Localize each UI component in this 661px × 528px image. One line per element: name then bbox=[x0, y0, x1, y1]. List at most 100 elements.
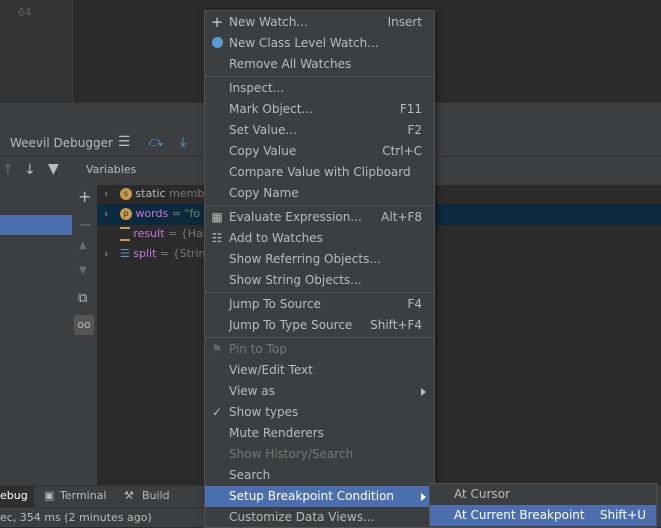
menu-item-label: Copy Value bbox=[229, 144, 297, 158]
menu-item-compare-value[interactable]: Compare Value with Clipboard bbox=[205, 162, 434, 183]
menu-item-shortcut: F11 bbox=[399, 102, 422, 116]
menu-item-label: Inspect... bbox=[229, 81, 285, 95]
variable-row[interactable]: › p words = "fo bbox=[104, 204, 200, 224]
filter-icon[interactable]: ▼ bbox=[48, 161, 59, 177]
static-badge-icon: s bbox=[119, 188, 132, 200]
watches-toggle-icon[interactable]: oo bbox=[74, 315, 94, 335]
menu-item-label: Jump To Source bbox=[229, 297, 321, 311]
menu-item-label: Mark Object... bbox=[229, 102, 313, 116]
menu-item-label: Copy Name bbox=[229, 186, 299, 200]
parameter-badge-icon: p bbox=[119, 208, 132, 220]
menu-item-label: Compare Value with Clipboard bbox=[229, 165, 411, 179]
line-number: 64 bbox=[18, 6, 32, 19]
variables-title: Variables bbox=[86, 163, 137, 176]
variable-value: = {Strin bbox=[159, 247, 206, 260]
menu-item-mute-renderers[interactable]: Mute Renderers bbox=[205, 423, 434, 444]
submenu-item-at-cursor[interactable]: At Cursor bbox=[430, 484, 656, 505]
tab-build[interactable]: Build bbox=[142, 489, 170, 502]
menu-item-mark-object[interactable]: Mark Object... F11 bbox=[205, 99, 434, 120]
tab-terminal[interactable]: Terminal bbox=[60, 489, 107, 502]
menu-item-label: Show History/Search bbox=[229, 447, 354, 461]
variable-row[interactable]: › ☰ split = {Strin bbox=[104, 244, 205, 264]
variable-value: = "fo bbox=[171, 207, 201, 220]
menu-item-label: New Class Level Watch... bbox=[229, 36, 379, 50]
menu-separator bbox=[205, 205, 434, 206]
variable-value: = {Has bbox=[168, 227, 209, 240]
menu-item-label: Set Value... bbox=[229, 123, 297, 137]
variable-name: words bbox=[135, 207, 169, 220]
menu-icon[interactable]: ☰ bbox=[116, 134, 132, 150]
array-icon: ☰ bbox=[119, 247, 130, 260]
menu-item-add-to-watches[interactable]: ☷ Add to Watches bbox=[205, 228, 434, 249]
step-into-icon[interactable]: ⤓ bbox=[175, 134, 191, 150]
status-text: ec, 354 ms (2 minutes ago) bbox=[0, 511, 152, 524]
submenu-arrow-icon bbox=[421, 388, 426, 396]
selected-frame[interactable] bbox=[0, 215, 72, 235]
menu-separator bbox=[205, 292, 434, 293]
menu-item-shortcut: Shift+F4 bbox=[370, 318, 422, 332]
menu-separator bbox=[205, 337, 434, 338]
watches-icon: ☷ bbox=[211, 231, 223, 245]
menu-item-copy-value[interactable]: Copy Value Ctrl+C bbox=[205, 141, 434, 162]
menu-item-label: Remove All Watches bbox=[229, 57, 352, 71]
field-icon bbox=[119, 227, 130, 241]
menu-item-setup-breakpoint-condition[interactable]: Setup Breakpoint Condition bbox=[205, 486, 434, 507]
variable-row[interactable]: › result = {Has bbox=[104, 224, 209, 244]
menu-item-set-value[interactable]: Set Value... F2 bbox=[205, 120, 434, 141]
menu-item-label: View/Edit Text bbox=[229, 363, 313, 377]
menu-item-view-as[interactable]: View as bbox=[205, 381, 434, 402]
menu-item-shortcut: Ctrl+C bbox=[382, 144, 422, 158]
move-down-icon[interactable]: ▼ bbox=[79, 265, 87, 276]
menu-item-shortcut: F2 bbox=[407, 123, 422, 137]
submenu-item-shortcut: Shift+U bbox=[599, 508, 646, 522]
variable-name: result bbox=[133, 227, 165, 240]
menu-item-new-watch[interactable]: + New Watch... Insert bbox=[205, 12, 434, 33]
menu-item-inspect[interactable]: Inspect... bbox=[205, 78, 434, 99]
variable-name: split bbox=[133, 247, 157, 260]
menu-item-show-types[interactable]: ✓ Show types bbox=[205, 402, 434, 423]
menu-item-jump-to-source[interactable]: Jump To Source F4 bbox=[205, 294, 434, 315]
debugger-title: Weevil Debugger bbox=[10, 136, 113, 150]
checkmark-icon: ✓ bbox=[211, 405, 223, 419]
menu-item-search[interactable]: Search bbox=[205, 465, 434, 486]
submenu-item-at-current-breakpoint[interactable]: At Current Breakpoint Shift+U bbox=[430, 505, 656, 526]
variable-name: static bbox=[135, 187, 166, 200]
menu-item-copy-name[interactable]: Copy Name bbox=[205, 183, 434, 204]
menu-item-shortcut: F4 bbox=[407, 297, 422, 311]
terminal-icon: ▣ bbox=[44, 489, 55, 502]
menu-item-view-edit-text[interactable]: View/Edit Text bbox=[205, 360, 434, 381]
menu-item-label: New Watch... bbox=[229, 15, 308, 29]
frames-toolbar: ↑ ↓ ▼ bbox=[0, 157, 72, 185]
menu-item-pin-to-top[interactable]: ⚑ Pin to Top bbox=[205, 339, 434, 360]
down-arrow-icon[interactable]: ↓ bbox=[24, 162, 36, 178]
move-up-icon[interactable]: ▲ bbox=[79, 240, 87, 251]
menu-item-evaluate-expression[interactable]: ▦ Evaluate Expression... Alt+F8 bbox=[205, 207, 434, 228]
menu-item-show-referring-objects[interactable]: Show Referring Objects... bbox=[205, 249, 434, 270]
menu-item-label: Jump To Type Source bbox=[229, 318, 353, 332]
menu-item-show-history-search[interactable]: Show History/Search bbox=[205, 444, 434, 465]
menu-item-customize-data-views[interactable]: Customize Data Views... bbox=[205, 507, 434, 528]
calculator-icon: ▦ bbox=[211, 210, 223, 224]
variables-side-toolbar: + − ▲ ▼ ⧉ oo bbox=[72, 157, 98, 485]
editor-gutter: 64 bbox=[0, 0, 73, 102]
menu-item-remove-all-watches[interactable]: Remove All Watches bbox=[205, 54, 434, 75]
variable-row[interactable]: › s static memb bbox=[104, 184, 204, 204]
menu-item-jump-to-type-source[interactable]: Jump To Type Source Shift+F4 bbox=[205, 315, 434, 336]
remove-icon[interactable]: − bbox=[79, 215, 92, 234]
submenu-arrow-icon bbox=[421, 493, 426, 501]
menu-item-label: Search bbox=[229, 468, 271, 482]
copy-icon[interactable]: ⧉ bbox=[78, 291, 87, 306]
menu-item-label: Pin to Top bbox=[229, 342, 287, 356]
variable-value: memb bbox=[169, 187, 205, 200]
submenu-item-label: At Current Breakpoint bbox=[454, 508, 585, 522]
menu-item-show-string-objects[interactable]: Show String Objects... bbox=[205, 270, 434, 291]
add-icon[interactable]: + bbox=[78, 187, 91, 206]
menu-item-label: View as bbox=[229, 384, 275, 398]
menu-item-new-class-level-watch[interactable]: New Class Level Watch... bbox=[205, 33, 434, 54]
up-arrow-icon[interactable]: ↑ bbox=[2, 162, 14, 178]
context-menu: + New Watch... Insert New Class Level Wa… bbox=[204, 10, 435, 528]
step-over-icon[interactable]: ⤼ bbox=[148, 134, 164, 150]
tab-debug[interactable]: ebug bbox=[0, 489, 28, 502]
menu-item-label: Show types bbox=[229, 405, 299, 419]
submenu-item-label: At Cursor bbox=[454, 487, 510, 501]
